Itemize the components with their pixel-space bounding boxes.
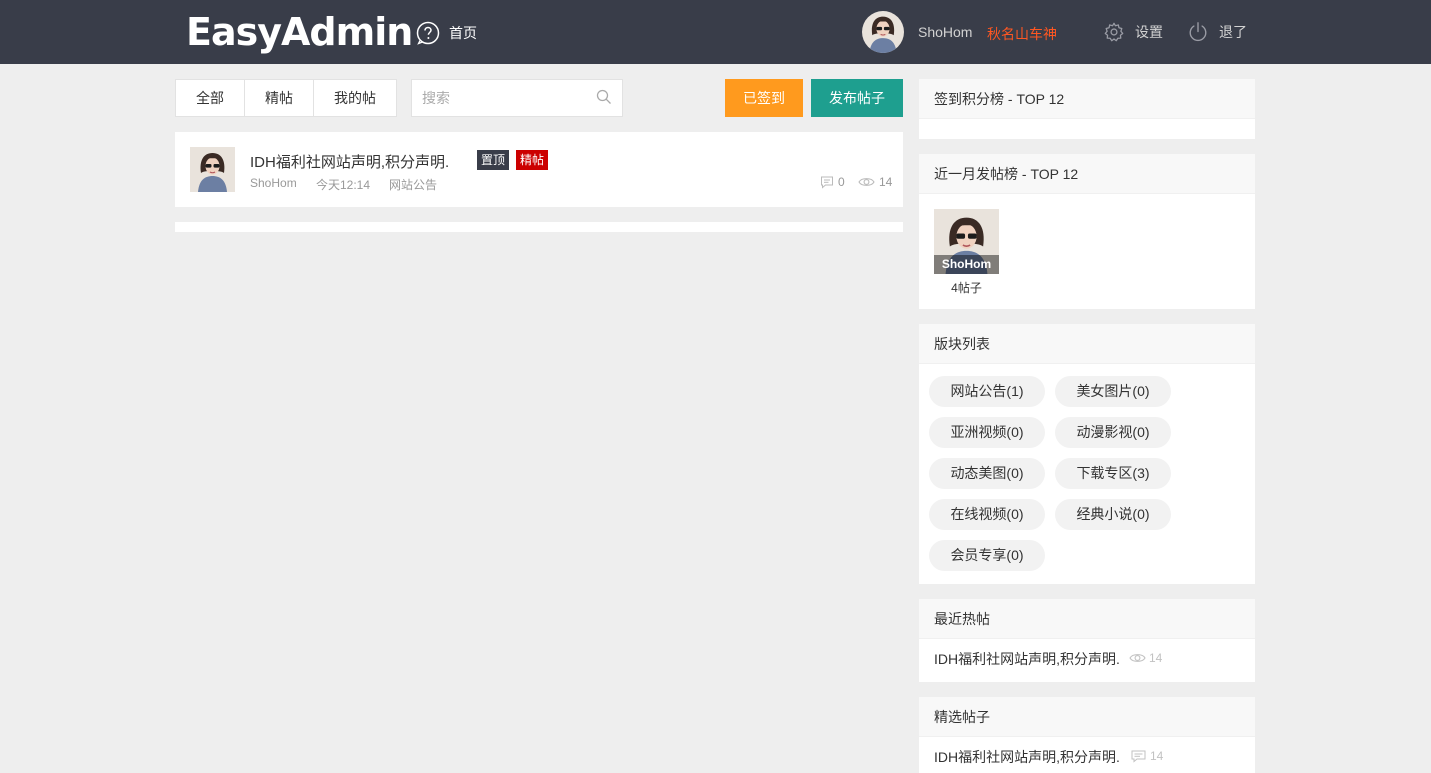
block-list-title: 版块列表 [919,324,1255,364]
gear-icon [1104,22,1124,42]
post-list: IDH福利社网站声明,积分声明. 置顶 精帖 ShoHom 今天12:14 网站… [175,132,903,207]
reply-count: 0 [820,175,845,189]
user-name[interactable]: ShoHom [918,24,972,40]
logout-link[interactable]: 退了 [1187,21,1247,43]
hot-post-views-value: 14 [1149,651,1163,665]
block-item[interactable]: 会员专享(0) [929,540,1045,571]
chosen-posts-title: 精选帖子 [919,697,1255,737]
eye-icon [1129,654,1146,662]
nav-home-label: 首页 [449,25,477,41]
featured-badge: 精帖 [516,150,549,170]
tab-my-posts[interactable]: 我的帖 [314,80,396,116]
hot-posts-title: 最近热帖 [919,599,1255,639]
chosen-posts-panel: 精选帖子 IDH福利社网站声明,积分声明. 14 [919,697,1255,773]
sign-rank-title: 签到积分榜 - TOP 12 [919,79,1255,119]
settings-link[interactable]: 设置 [1103,21,1163,43]
nav-home[interactable]: 首页 [416,21,477,45]
user-title: 秋名山车神 [987,26,1057,42]
chosen-post-link[interactable]: IDH福利社网站声明,积分声明. [934,747,1120,767]
post-author[interactable]: ShoHom [250,176,297,190]
block-list-panel: 版块列表 网站公告(1) 美女图片(0) 亚洲视频(0) 动漫影视(0) 动态美… [919,324,1255,584]
power-icon [1189,22,1207,42]
logo[interactable]: EasyAdmin [186,12,413,52]
block-item[interactable]: 亚洲视频(0) [929,417,1045,448]
rank-user-count: 4帖子 [951,281,982,295]
block-item[interactable]: 动漫影视(0) [1055,417,1171,448]
question-circle-icon [416,21,440,45]
view-count-value: 14 [879,175,893,189]
month-rank-panel: 近一月发帖榜 - TOP 12 ShoHom 4帖子 [919,154,1255,309]
rank-user[interactable]: ShoHom 4帖子 [934,209,999,296]
post-author-avatar[interactable] [190,147,235,192]
reply-count-value: 0 [838,175,845,189]
settings-label: 设置 [1135,24,1163,40]
pinned-badge: 置顶 [477,150,510,170]
hot-posts-panel: 最近热帖 IDH福利社网站声明,积分声明. 14 [919,599,1255,682]
logout-label: 退了 [1219,24,1247,40]
block-item[interactable]: 美女图片(0) [1055,376,1171,407]
author-photo [190,147,235,192]
block-item[interactable]: 网站公告(1) [929,376,1045,407]
top-header: EasyAdmin 首页 ShoHom 秋名山车神 设置 退了 [0,0,1431,64]
block-grid: 网站公告(1) 美女图片(0) 亚洲视频(0) 动漫影视(0) 动态美图(0) … [919,364,1255,581]
comment-icon [1131,750,1146,763]
block-item[interactable]: 经典小说(0) [1055,499,1171,530]
block-item[interactable]: 在线视频(0) [929,499,1045,530]
chosen-post-replies: 14 [1130,749,1163,763]
eye-icon [858,178,875,186]
sign-rank-panel: 签到积分榜 - TOP 12 [919,79,1255,139]
month-rank-title: 近一月发帖榜 - TOP 12 [919,154,1255,194]
tab-featured[interactable]: 精帖 [245,80,314,116]
view-count: 14 [858,175,892,189]
rank-user-name: ShoHom [934,255,999,274]
signed-in-button[interactable]: 已签到 [725,79,803,117]
search-icon[interactable] [596,89,612,105]
filter-tabs: 全部 精帖 我的帖 [175,79,397,117]
post-title[interactable]: IDH福利社网站声明,积分声明. [250,151,449,172]
block-item[interactable]: 下载专区(3) [1055,458,1171,489]
tab-all[interactable]: 全部 [176,80,245,116]
post-category[interactable]: 网站公告 [389,176,437,193]
hot-post-link[interactable]: IDH福利社网站声明,积分声明. [934,649,1120,669]
block-item[interactable]: 动态美图(0) [929,458,1045,489]
new-post-button[interactable]: 发布帖子 [811,79,903,117]
hot-post-views: 14 [1129,651,1162,665]
search-box [411,79,623,117]
post-list-footer [175,222,903,232]
comment-icon [821,176,833,189]
search-input[interactable] [412,80,592,116]
user-photo [862,11,904,53]
post-time: 今天12:14 [316,178,371,192]
avatar[interactable] [862,11,904,53]
rank-user-avatar: ShoHom [934,209,999,274]
chosen-post-replies-value: 14 [1150,749,1164,763]
